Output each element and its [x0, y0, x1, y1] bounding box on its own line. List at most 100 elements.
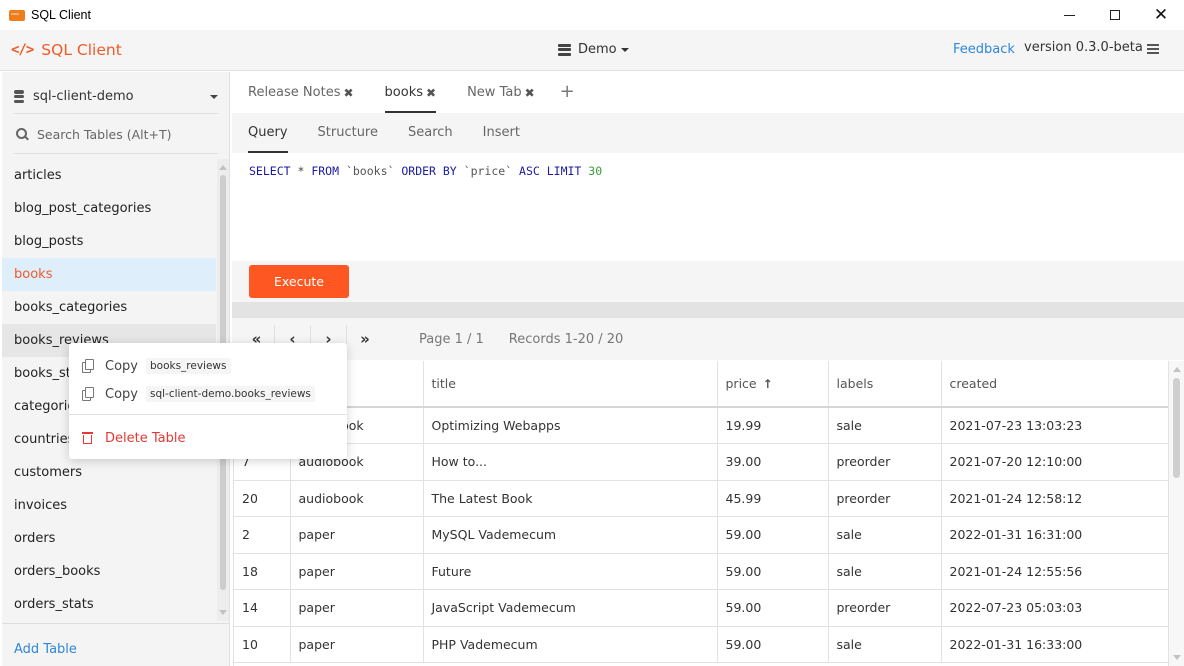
subtab-search[interactable]: Search [408, 113, 453, 153]
tab[interactable]: books ✖ [384, 72, 436, 113]
table-cell[interactable]: paper [290, 589, 424, 627]
close-tab-icon[interactable]: ✖ [426, 73, 436, 113]
scroll-down-icon[interactable] [1173, 655, 1181, 660]
database-select[interactable]: sql-client-demo [14, 80, 218, 114]
panel-resizer[interactable] [232, 302, 1184, 318]
sidebar-table-item[interactable]: customers [2, 456, 216, 489]
table-cell[interactable]: sale [828, 407, 942, 444]
table-cell[interactable]: 2 [234, 516, 291, 554]
table-row[interactable]: 10 paper PHP Vademecum 59.00 sale 2022-01-31 … [234, 626, 1168, 663]
table-cell[interactable]: preorder [828, 589, 942, 627]
scroll-down-icon[interactable] [219, 610, 227, 615]
table-cell[interactable]: PHP Vademecum [423, 626, 718, 663]
table-cell[interactable]: 59.00 [717, 589, 829, 627]
close-window-button[interactable]: ✕ [1138, 0, 1184, 30]
table-cell[interactable]: preorder [828, 480, 942, 517]
table-cell[interactable]: JavaScript Vademecum [423, 589, 718, 627]
sidebar-table-item[interactable]: orders_books [2, 555, 216, 588]
table-cell[interactable]: sale [828, 516, 942, 554]
column-header[interactable]: price ↑ [717, 361, 829, 408]
table-cell[interactable]: 39.00 [717, 443, 829, 481]
sidebar-table-item[interactable]: orders_stats [2, 588, 216, 621]
sidebar-table-item[interactable]: books [2, 258, 216, 291]
delete-table-item[interactable]: Delete Table [82, 427, 185, 449]
main-panel: Release Notes ✖ books ✖ New Tab ✖ + Query Struc… [232, 72, 1184, 666]
table-cell[interactable]: 2022-01-31 16:33:00 [941, 626, 1168, 663]
copy-table-name-item[interactable]: Copy books_reviews [82, 355, 231, 377]
subtab-structure[interactable]: Structure [318, 113, 378, 153]
table-row[interactable]: 7 audiobook How to... 39.00 preorder 2021-07-… [234, 443, 1168, 481]
table-search-input[interactable] [37, 127, 207, 142]
table-cell[interactable]: 59.00 [717, 516, 829, 554]
table-cell[interactable]: How to... [423, 443, 718, 481]
table-cell[interactable]: 45.99 [717, 480, 829, 517]
sidebar-table-item[interactable]: articles [2, 159, 216, 192]
table-cell[interactable]: 19.99 [717, 407, 829, 444]
close-tab-icon[interactable]: ✖ [343, 73, 353, 113]
sidebar-table-item[interactable]: blog_post_categories [2, 192, 216, 225]
table-cell[interactable]: 59.00 [717, 553, 829, 590]
table-row[interactable]: 20 audiobook The Latest Book 45.99 preorder 2… [234, 480, 1168, 517]
table-cell[interactable]: 18 [234, 553, 291, 590]
table-cell[interactable]: 2022-01-31 16:31:00 [941, 516, 1168, 554]
subtab-query[interactable]: Query [248, 113, 288, 153]
tab[interactable]: Release Notes ✖ [248, 72, 354, 113]
table-cell[interactable]: 59.00 [717, 626, 829, 663]
maximize-button[interactable] [1092, 0, 1138, 30]
table-cell[interactable]: sale [828, 553, 942, 590]
table-cell[interactable]: 10 [234, 626, 291, 663]
table-cell[interactable]: paper [290, 553, 424, 590]
table-row[interactable]: 18 paper Future 59.00 sale 2021-01-24 12:55:5… [234, 553, 1168, 590]
scroll-up-icon[interactable] [219, 165, 227, 170]
table-cell[interactable]: Optimizing Webapps [423, 407, 718, 444]
subtab-insert[interactable]: Insert [483, 113, 520, 153]
add-tab-button[interactable]: + [560, 72, 575, 113]
table-cell[interactable]: 14 [234, 589, 291, 627]
table-cell[interactable]: 2021-01-24 12:58:12 [941, 480, 1168, 517]
table-row[interactable]: 14 paper JavaScript Vademecum 59.00 preorder… [234, 589, 1168, 627]
sidebar-table-item[interactable]: orders [2, 522, 216, 555]
table-cell[interactable]: preorder [828, 443, 942, 481]
connection-switcher[interactable]: Demo [558, 42, 629, 57]
table-cell[interactable]: MySQL Vademecum [423, 516, 718, 554]
sidebar-table-item[interactable]: blog_posts [2, 225, 216, 258]
table-cell[interactable]: Future [423, 553, 718, 590]
column-header[interactable]: created [941, 361, 1168, 408]
scroll-up-icon[interactable] [1173, 367, 1181, 372]
table-cell[interactable]: 2021-01-24 12:55:56 [941, 553, 1168, 590]
sidebar-table-item[interactable]: invoices [2, 489, 216, 522]
table-cell[interactable]: 2021-07-23 13:03:23 [941, 407, 1168, 444]
records-info: Records 1-20 / 20 [508, 331, 624, 347]
table-cell[interactable]: sale [828, 626, 942, 663]
execute-button[interactable]: Execute [249, 265, 349, 298]
code-icon: </> [11, 42, 34, 58]
table-cell[interactable]: paper [290, 516, 424, 554]
last-page-button[interactable]: » [347, 325, 383, 353]
table-cell[interactable]: paper [290, 626, 424, 663]
table-row[interactable]: 2 paper MySQL Vademecum 59.00 sale 2022-01-31… [234, 516, 1168, 554]
app-header: </> SQL Client Demo Feedback version 0.3… [0, 30, 1184, 71]
table-row[interactable]: audiobookOptimizing Webapps19.99sale2021… [234, 407, 1168, 444]
column-header[interactable]: labels [828, 361, 942, 408]
connection-name: Demo [578, 42, 617, 57]
table-cell[interactable]: The Latest Book [423, 480, 718, 517]
brand[interactable]: </> SQL Client [11, 41, 122, 59]
feedback-link[interactable]: Feedback [953, 42, 1015, 57]
table-cell[interactable]: audiobook [290, 480, 424, 517]
grid-scrollbar[interactable] [1168, 361, 1184, 666]
table-cell[interactable]: 20 [234, 480, 291, 517]
add-table-link[interactable]: Add Table [2, 623, 229, 666]
minimize-icon [1063, 14, 1075, 16]
sidebar-table-item[interactable]: books_categories [2, 291, 216, 324]
table-cell[interactable]: 2022-07-23 05:03:03 [941, 589, 1168, 627]
hamburger-menu-icon[interactable] [1147, 44, 1159, 54]
sql-editor[interactable]: SELECT * FROM `books` ORDER BY `price` A… [232, 153, 1184, 261]
menu-item-label: Copy [105, 358, 138, 374]
table-cell[interactable]: 2021-07-20 12:10:00 [941, 443, 1168, 481]
scroll-thumb[interactable] [1173, 378, 1180, 478]
close-tab-icon[interactable]: ✖ [525, 73, 535, 113]
tab[interactable]: New Tab ✖ [467, 72, 535, 113]
minimize-button[interactable] [1046, 0, 1092, 30]
copy-qualified-name-item[interactable]: Copy sql-client-demo.books_reviews [82, 383, 315, 405]
column-header[interactable]: title [423, 361, 718, 408]
